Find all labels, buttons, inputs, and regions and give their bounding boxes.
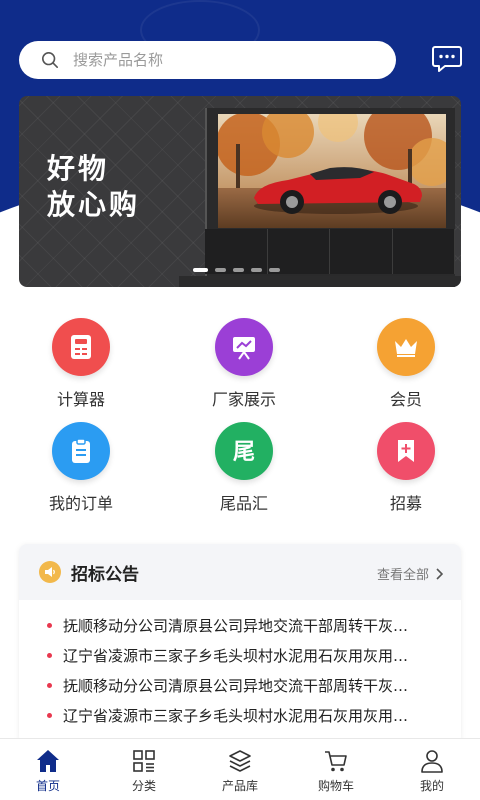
banner-slogan-line1: 好物 — [47, 152, 110, 185]
notice-item[interactable]: 抚顺移动分公司清原县公司异地交流干部周转干灰… — [19, 610, 461, 640]
carousel-dot[interactable] — [269, 268, 280, 272]
profile-icon — [421, 750, 443, 773]
menu-label: 我的订单 — [48, 494, 113, 513]
cart-icon — [325, 751, 347, 772]
app-screen: 好物 放心购 — [0, 0, 480, 800]
category-icon — [133, 750, 155, 772]
easel-icon — [215, 318, 273, 376]
view-all-label: 查看全部 — [376, 568, 429, 583]
bullet-dot — [47, 622, 52, 628]
tab-label: 首页 — [35, 779, 60, 793]
banner-car-image — [218, 114, 446, 228]
notice-item-text: 抚顺移动分公司清原县公司异地交流干部周转干灰… — [63, 616, 409, 635]
menu-label: 尾品汇 — [219, 494, 268, 513]
tab-label: 我的 — [419, 779, 444, 793]
bullet-dot — [47, 682, 52, 688]
banner-slogan-line2: 放心购 — [47, 188, 141, 221]
crown-icon — [377, 318, 435, 376]
tab-mine[interactable]: 我的 — [384, 739, 480, 800]
notice-item[interactable]: 辽宁省凌源市三家子乡毛头坝村水泥用石灰用灰用… — [19, 700, 461, 730]
tab-product-library[interactable]: 产品库 — [192, 739, 288, 800]
carousel-dot[interactable] — [251, 268, 262, 272]
menu-label: 招募 — [389, 494, 422, 513]
message-icon[interactable] — [431, 44, 463, 74]
menu-item-recruit[interactable]: 招募 — [346, 422, 466, 514]
search-icon — [41, 51, 59, 69]
bid-notice-card: 招标公告 查看全部 抚顺移动分公司清原县公司异地交流干部周转干灰… 辽宁省凌源市… — [19, 544, 461, 744]
banner-slogan: 好物 放心购 — [47, 151, 140, 223]
menu-label: 会员 — [389, 390, 422, 409]
search-input[interactable] — [73, 51, 353, 69]
bullet-dot — [47, 652, 52, 658]
notice-item[interactable]: 辽宁省凌源市三家子乡毛头坝村水泥用石灰用灰用… — [19, 640, 461, 670]
menu-item-calculator[interactable]: 计算器 — [21, 318, 141, 410]
product-library-icon — [229, 750, 251, 772]
chevron-right-icon — [436, 567, 443, 580]
svg-text:尾: 尾 — [233, 440, 255, 465]
tab-home[interactable]: 首页 — [0, 739, 96, 800]
notice-header: 招标公告 查看全部 — [19, 544, 461, 600]
tab-cart[interactable]: 购物车 — [288, 739, 384, 800]
notice-list: 抚顺移动分公司清原县公司异地交流干部周转干灰… 辽宁省凌源市三家子乡毛头坝村水泥… — [19, 600, 461, 730]
notice-item-text: 辽宁省凌源市三家子乡毛头坝村水泥用石灰用灰用… — [63, 646, 409, 665]
menu-item-manufacturers[interactable]: 厂家展示 — [184, 318, 304, 410]
recruit-bookmark-icon — [377, 422, 435, 480]
menu-label: 厂家展示 — [211, 390, 276, 409]
notice-item-text: 辽宁省凌源市三家子乡毛头坝村水泥用石灰用灰用… — [63, 706, 409, 725]
carousel-dot[interactable] — [233, 268, 244, 272]
tab-label: 购物车 — [317, 779, 354, 793]
notice-item[interactable]: 抚顺移动分公司清原县公司异地交流干部周转干灰… — [19, 670, 461, 700]
menu-label: 计算器 — [56, 390, 105, 409]
notice-title: 招标公告 — [71, 564, 139, 585]
bottom-tab-bar: 首页 分类 产品库 购物车 我的 — [0, 738, 480, 800]
tab-label: 分类 — [131, 779, 156, 793]
promo-banner[interactable]: 好物 放心购 — [19, 96, 461, 287]
menu-item-tail-goods[interactable]: 尾 尾品汇 — [184, 422, 304, 514]
banner-floor — [179, 276, 461, 287]
calculator-icon — [52, 318, 110, 376]
order-clipboard-icon — [52, 422, 110, 480]
tail-character-icon: 尾 — [215, 422, 273, 480]
tab-category[interactable]: 分类 — [96, 739, 192, 800]
carousel-dot[interactable] — [215, 268, 226, 272]
carousel-indicator — [193, 268, 280, 272]
notice-item-text: 抚顺移动分公司清原县公司异地交流干部周转干灰… — [63, 676, 409, 695]
menu-item-my-orders[interactable]: 我的订单 — [21, 422, 141, 514]
search-bar[interactable] — [19, 41, 396, 79]
menu-item-membership[interactable]: 会员 — [346, 318, 466, 410]
bullet-dot — [47, 712, 52, 718]
speaker-icon — [39, 561, 61, 583]
carousel-dot[interactable] — [193, 268, 208, 272]
home-icon — [37, 750, 59, 772]
tab-label: 产品库 — [221, 779, 258, 793]
view-all-link[interactable]: 查看全部 — [377, 564, 443, 583]
